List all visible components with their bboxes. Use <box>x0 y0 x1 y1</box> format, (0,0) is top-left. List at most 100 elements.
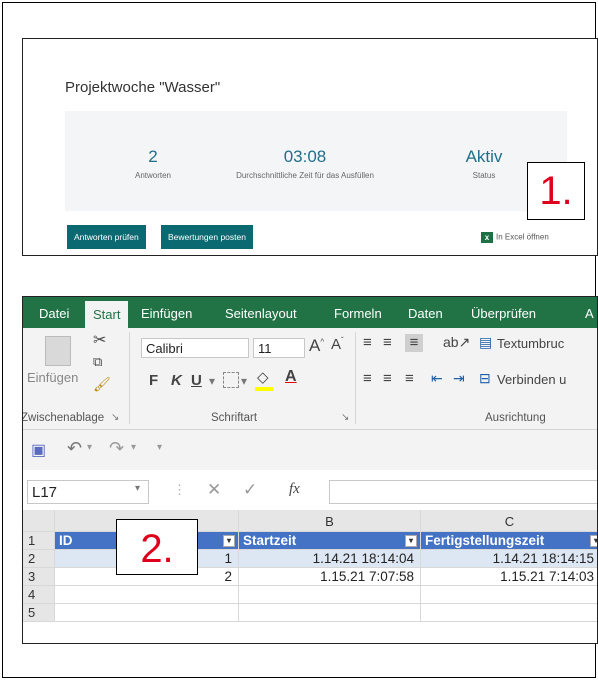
italic-button[interactable]: K <box>171 372 182 389</box>
bold-button[interactable]: F <box>149 372 158 389</box>
tab-formeln[interactable]: Formeln <box>334 297 382 328</box>
font-color-icon[interactable]: A <box>285 368 297 386</box>
column-header-row: B C <box>23 510 597 532</box>
filter-dropdown-icon[interactable]: ▾ <box>590 535 597 547</box>
table-row: 2 1 1.14.21 18:14:04 1.14.21 18:14:15 <box>23 550 597 568</box>
merge-center-icon[interactable]: ⊟ <box>479 370 491 387</box>
merge-center-button[interactable]: Verbinden u <box>497 372 566 387</box>
increase-indent-icon[interactable]: ⇥ <box>453 370 465 387</box>
redo-icon[interactable]: ↷ <box>109 438 124 459</box>
header-startzeit-label: Startzeit <box>243 533 297 548</box>
clipboard-launcher-icon[interactable]: ↘ <box>111 412 119 423</box>
paste-button-label[interactable]: Einfügen <box>27 370 78 385</box>
tab-start[interactable]: Start <box>85 301 129 328</box>
table-row: 3 2 1.15.21 7:07:58 1.15.21 7:14:03 <box>23 568 597 586</box>
row-header[interactable]: 2 <box>23 550 55 568</box>
cell-empty[interactable] <box>421 586 597 604</box>
redo-dropdown-icon[interactable]: ▾ <box>131 442 136 453</box>
insert-function-icon[interactable]: fx <box>289 481 300 498</box>
table-row: 4 <box>23 586 597 604</box>
cell-fertigstellungszeit[interactable]: 1.14.21 18:14:15 <box>421 550 597 568</box>
open-in-excel-label: In Excel öffnen <box>496 232 549 242</box>
wrap-text-button[interactable]: Textumbruc <box>497 336 564 351</box>
save-icon[interactable]: ▣ <box>31 440 46 460</box>
filter-dropdown-icon[interactable]: ▾ <box>223 535 235 547</box>
orientation-icon[interactable]: ab↗ <box>443 334 470 351</box>
tab-daten[interactable]: Daten <box>408 297 443 328</box>
align-middle-icon[interactable]: ≡ <box>383 334 392 351</box>
shrink-font-icon[interactable]: Aˇ <box>331 336 344 353</box>
row-header[interactable]: 1 <box>23 532 55 550</box>
paste-icon[interactable] <box>45 336 71 366</box>
cell-empty[interactable] <box>55 604 239 622</box>
font-name-dropdown[interactable]: Calibri <box>141 338 249 358</box>
borders-icon[interactable] <box>223 372 239 388</box>
align-center-icon[interactable]: ≡ <box>383 370 392 387</box>
excel-window: Datei Start Einfügen Seitenlayout Formel… <box>22 296 598 644</box>
cell-startzeit[interactable]: 1.15.21 7:07:58 <box>239 568 421 586</box>
cell-empty[interactable] <box>55 586 239 604</box>
table-header-fertigstellungszeit[interactable]: Fertigstellungszeit ▾ <box>421 532 597 550</box>
align-left-icon[interactable]: ≡ <box>363 370 372 387</box>
select-all-corner[interactable] <box>23 510 55 532</box>
name-box-dropdown-icon[interactable]: ▾ <box>135 483 140 494</box>
enter-icon[interactable]: ✓ <box>243 480 257 500</box>
tab-truncated[interactable]: A <box>585 297 594 328</box>
quick-access-toolbar: ▣ ↶ ▾ ↷ ▾ ▾ <box>23 430 597 470</box>
customize-qat-icon[interactable]: ▾ <box>157 442 162 453</box>
open-in-excel-link[interactable]: x In Excel öffnen <box>481 232 549 243</box>
row-header[interactable]: 3 <box>23 568 55 586</box>
cancel-icon[interactable]: ✕ <box>207 480 221 500</box>
borders-dropdown-icon[interactable]: ▾ <box>241 374 247 388</box>
decrease-indent-icon[interactable]: ⇤ <box>431 370 443 387</box>
font-launcher-icon[interactable]: ↘ <box>341 412 349 423</box>
column-header-c[interactable]: C <box>421 510 597 532</box>
formula-input[interactable] <box>329 480 597 504</box>
table-header-startzeit[interactable]: Startzeit ▾ <box>239 532 421 550</box>
row-header[interactable]: 5 <box>23 604 55 622</box>
align-bottom-icon[interactable]: ≡ <box>405 334 423 352</box>
cell-startzeit[interactable]: 1.14.21 18:14:04 <box>239 550 421 568</box>
font-size-dropdown[interactable]: 11 <box>253 338 305 358</box>
group-label-alignment: Ausrichtung <box>485 412 546 424</box>
row-header[interactable]: 4 <box>23 586 55 604</box>
callout-1: 1. <box>527 162 585 220</box>
tab-datei[interactable]: Datei <box>39 297 69 328</box>
column-header-b[interactable]: B <box>239 510 421 532</box>
stat-responses: 2 Antworten <box>113 147 193 180</box>
grow-font-icon[interactable]: A^ <box>309 336 324 356</box>
undo-icon[interactable]: ↶ <box>67 438 82 459</box>
header-fertigstellungszeit-label: Fertigstellungszeit <box>425 533 545 548</box>
align-top-icon[interactable]: ≡ <box>363 334 372 351</box>
format-painter-icon[interactable]: 🖌 <box>93 376 111 393</box>
cell-empty[interactable] <box>239 586 421 604</box>
fill-color-bar <box>255 387 273 391</box>
undo-dropdown-icon[interactable]: ▾ <box>87 442 92 453</box>
ribbon: Einfügen ✂ ⧉ 🖌 Zwischenablage ↘ Calibri … <box>23 328 597 430</box>
callout-2: 2. <box>116 519 198 575</box>
forms-summary-panel: Projektwoche "Wasser" 2 Antworten 03:08 … <box>22 38 598 256</box>
stat-responses-label: Antworten <box>134 171 172 180</box>
cut-icon[interactable]: ✂ <box>93 330 106 350</box>
cell-empty[interactable] <box>239 604 421 622</box>
cell-fertigstellungszeit[interactable]: 1.15.21 7:14:03 <box>421 568 597 586</box>
fill-color-icon[interactable]: ◇ <box>257 368 269 386</box>
align-right-icon[interactable]: ≡ <box>405 370 414 387</box>
cell-empty[interactable] <box>421 604 597 622</box>
table-header-row: 1 ID ▾ Startzeit ▾ Fertigstellungszeit ▾ <box>23 532 597 550</box>
copy-icon[interactable]: ⧉ <box>93 354 102 370</box>
wrap-text-icon[interactable]: ▤ <box>479 334 492 351</box>
tab-ueberpruefen[interactable]: Überprüfen <box>471 297 536 328</box>
table-row: 5 <box>23 604 597 622</box>
underline-dropdown-icon[interactable]: ▾ <box>209 374 215 388</box>
underline-button[interactable]: U <box>191 372 202 389</box>
stat-status: Aktiv Status <box>449 147 519 180</box>
name-box[interactable]: L17 <box>27 480 149 504</box>
tab-seitenlayout[interactable]: Seitenlayout <box>225 297 297 328</box>
filter-dropdown-icon[interactable]: ▾ <box>405 535 417 547</box>
post-scores-button[interactable]: Bewertungen posten <box>161 225 253 249</box>
review-responses-button[interactable]: Antworten prüfen <box>67 225 146 249</box>
tab-einfuegen[interactable]: Einfügen <box>141 297 192 328</box>
stat-responses-value: 2 <box>148 147 158 166</box>
excel-icon: x <box>481 232 493 243</box>
